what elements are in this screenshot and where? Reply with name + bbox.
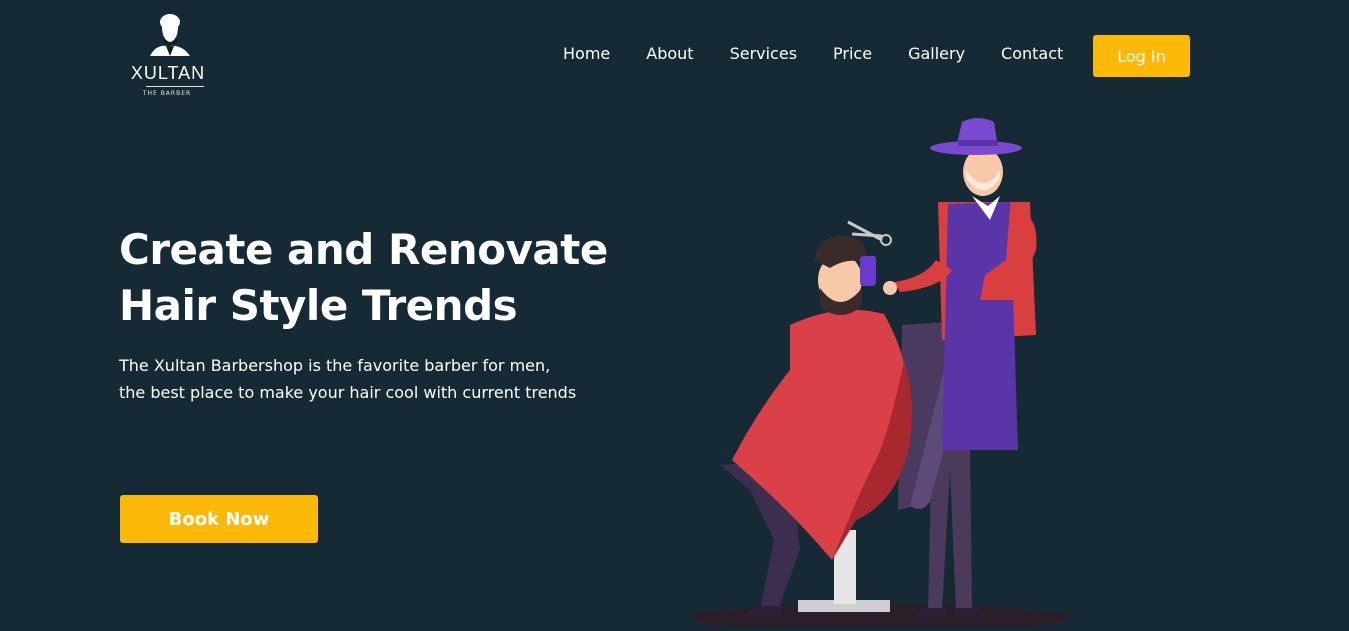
hero-title: Create and Renovate Hair Style Trends (119, 222, 679, 334)
brand-logo[interactable]: XULTAN THE BARBER (128, 10, 208, 102)
hero-desc-line-1: The Xultan Barbershop is the favorite ba… (119, 356, 551, 375)
barber-logo-icon (150, 14, 190, 56)
nav-gallery[interactable]: Gallery (908, 44, 965, 64)
book-now-button[interactable]: Book Now (120, 495, 318, 543)
nav-contact[interactable]: Contact (1001, 44, 1063, 64)
nav-price[interactable]: Price (833, 44, 872, 64)
barber-cutting-hair-icon (690, 118, 1070, 631)
logo-tagline: THE BARBER (142, 90, 192, 97)
nav-home[interactable]: Home (563, 44, 610, 64)
hero-title-line-2: Hair Style Trends (119, 281, 518, 330)
logo-name: XULTAN (130, 63, 206, 83)
nav-about[interactable]: About (646, 44, 693, 64)
login-button[interactable]: Log In (1093, 35, 1190, 77)
main-nav: Home About Services Price Gallery Contac… (563, 44, 1099, 64)
barber-illustration (680, 110, 1100, 631)
logo-divider (146, 86, 204, 87)
nav-services[interactable]: Services (730, 44, 797, 64)
hero-desc-line-2: the best place to make your hair cool wi… (119, 383, 577, 402)
hero-description: The Xultan Barbershop is the favorite ba… (119, 352, 679, 406)
hero-title-line-1: Create and Renovate (119, 225, 608, 274)
